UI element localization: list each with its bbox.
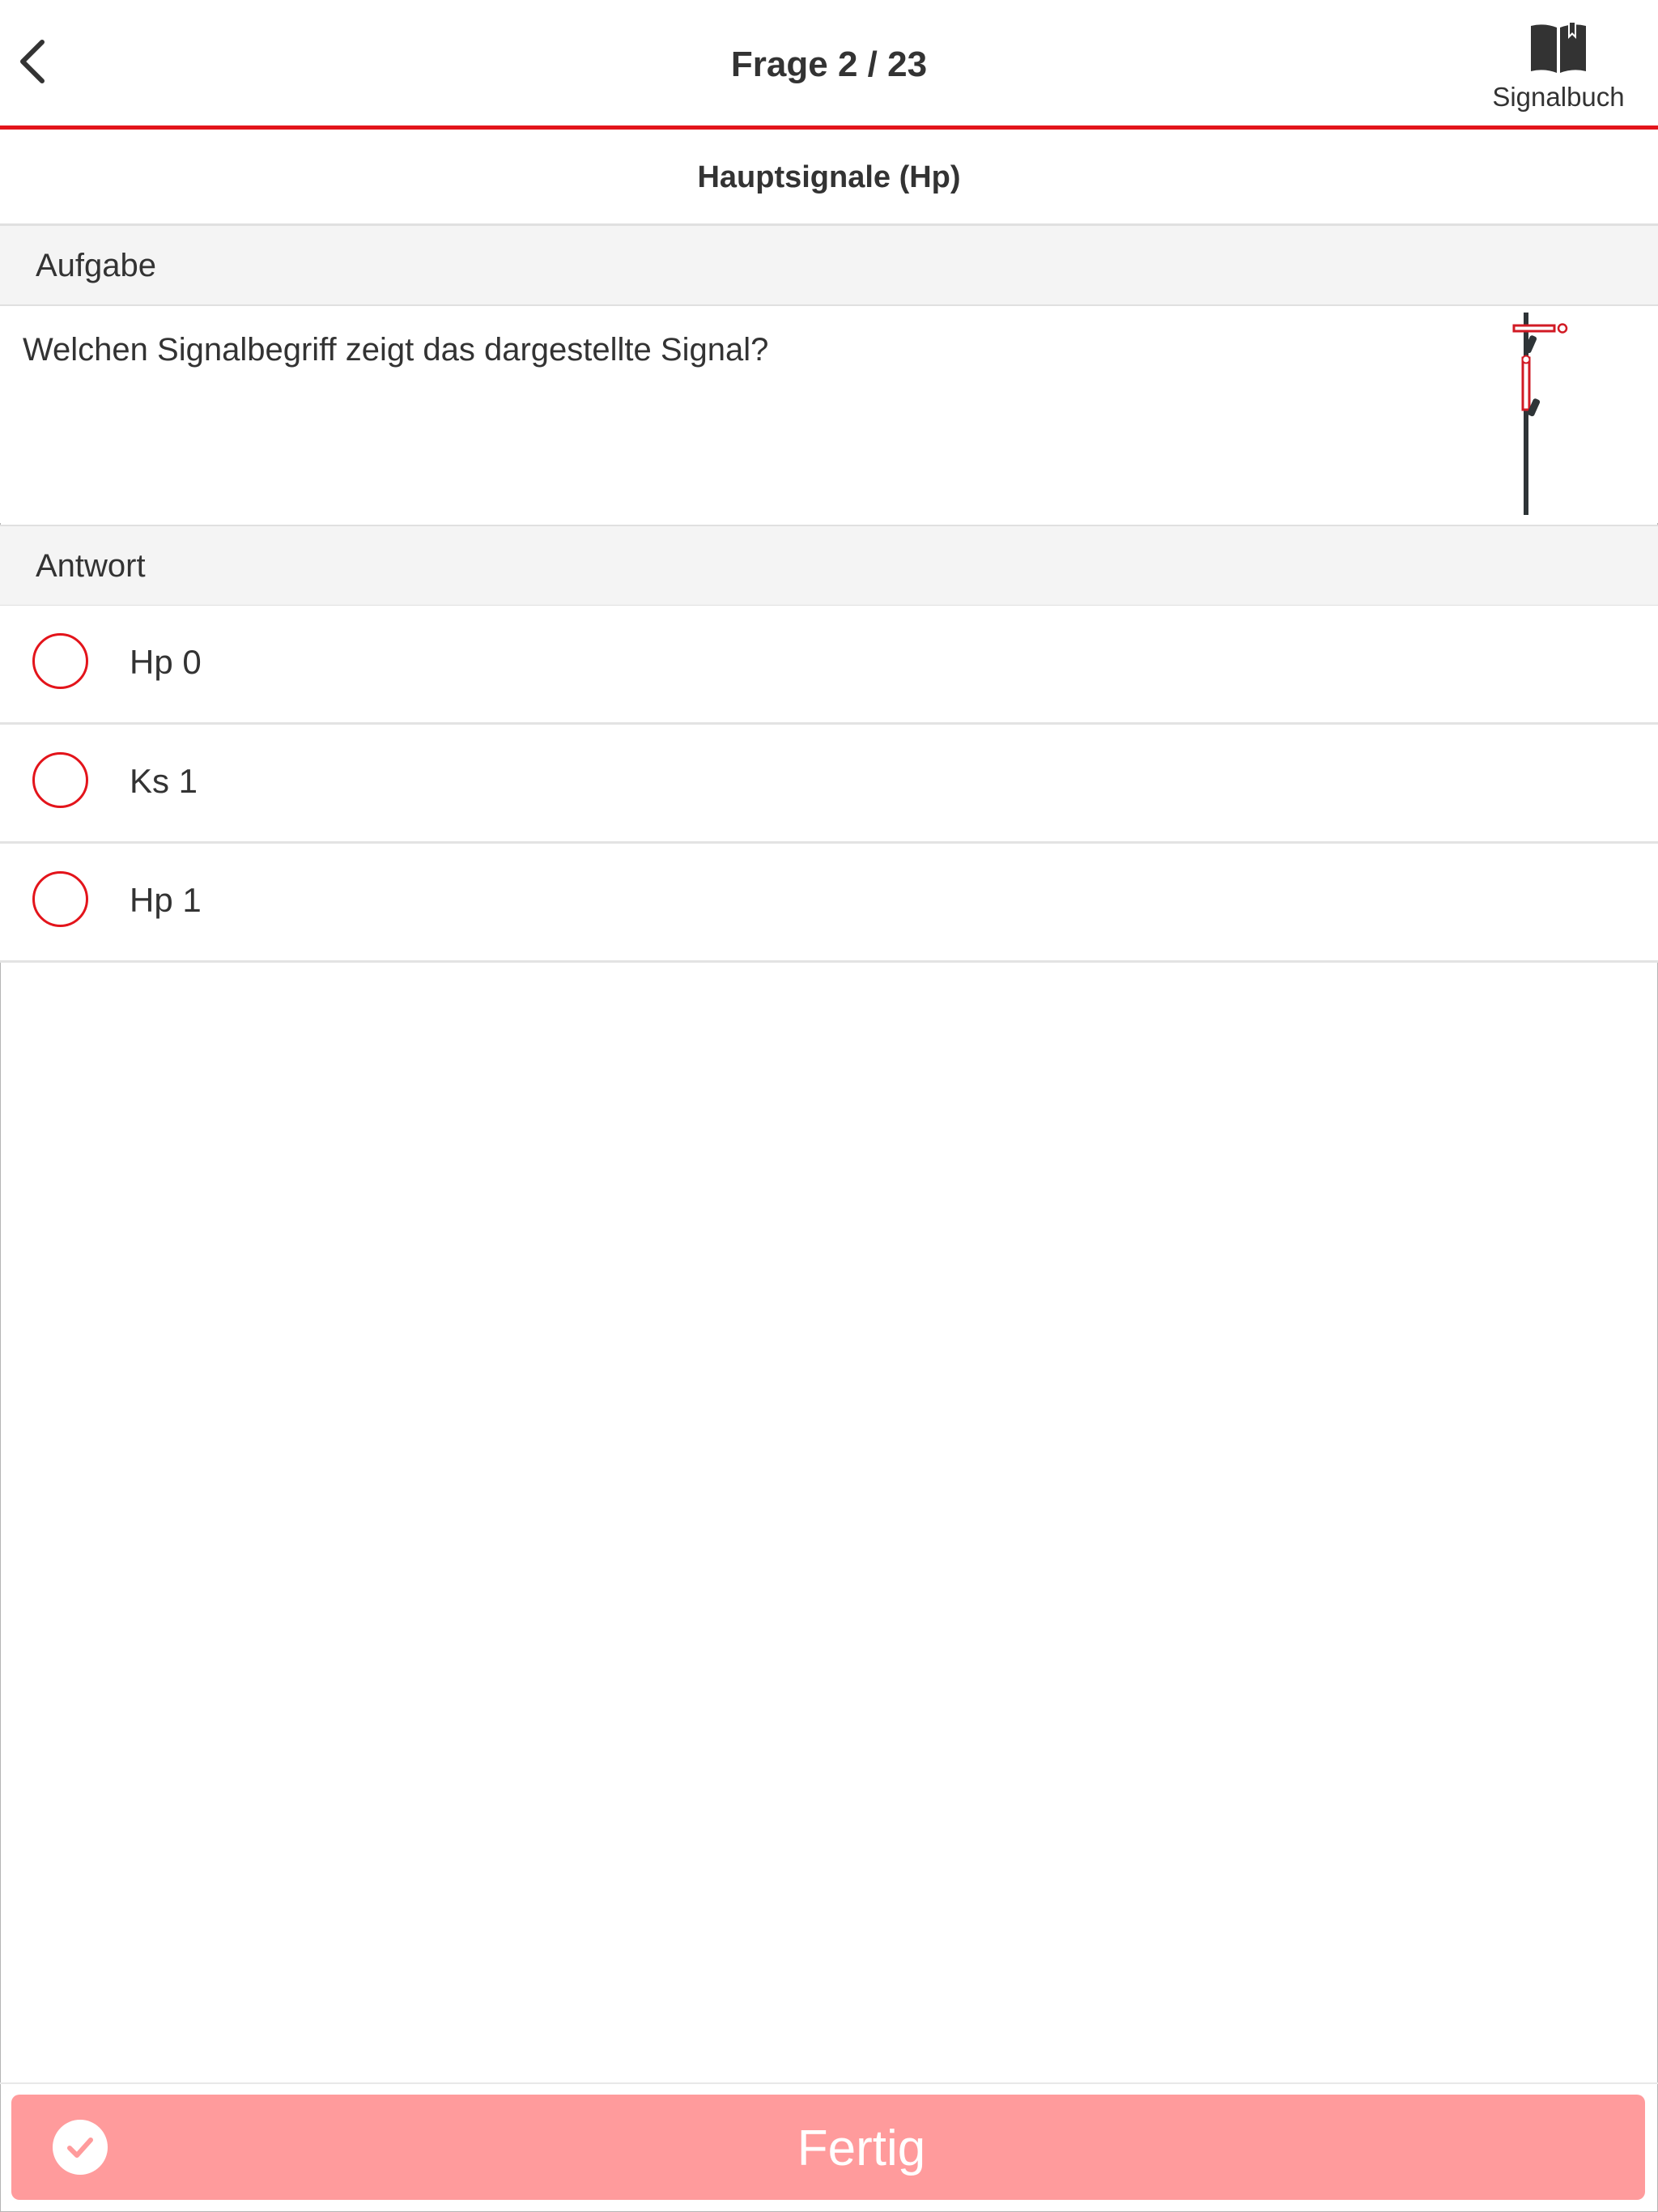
- aufgabe-section-header: Aufgabe: [0, 226, 1658, 306]
- answer-label: Hp 0: [130, 643, 202, 681]
- answer-option-3[interactable]: Hp 1: [0, 844, 1658, 963]
- category-title: Hauptsignale (Hp): [697, 160, 961, 194]
- radio-button[interactable]: [32, 871, 88, 927]
- question-text: Welchen Signalbegriff zeigt das dargeste…: [23, 332, 769, 368]
- signalbuch-button[interactable]: Signalbuch: [1482, 18, 1635, 115]
- antwort-section-header: Antwort: [0, 525, 1658, 606]
- question-area: Welchen Signalbegriff zeigt das dargeste…: [0, 306, 1658, 523]
- answer-label: Hp 1: [130, 881, 202, 919]
- answer-option-2[interactable]: Ks 1: [0, 725, 1658, 844]
- top-navigation-bar: Frage 2 / 23 Signalbuch: [0, 0, 1658, 130]
- radio-button[interactable]: [32, 752, 88, 808]
- signalbuch-label: Signalbuch: [1492, 82, 1625, 112]
- page-title: Frage 2 / 23: [730, 45, 928, 84]
- book-icon: [1531, 23, 1586, 73]
- answer-option-1[interactable]: Hp 0: [0, 606, 1658, 725]
- aufgabe-section-label: Aufgabe: [36, 248, 157, 283]
- footer-divider: [0, 2082, 1658, 2084]
- chevron-left-icon: [20, 40, 45, 83]
- answer-label: Ks 1: [130, 762, 198, 800]
- semaphore-signal-image: [1512, 313, 1568, 515]
- antwort-section-label: Antwort: [36, 548, 146, 584]
- back-button[interactable]: [8, 29, 65, 94]
- radio-button[interactable]: [32, 633, 88, 689]
- done-button[interactable]: Fertig: [11, 2095, 1645, 2200]
- category-bar: Hauptsignale (Hp): [0, 130, 1658, 226]
- done-button-label: Fertig: [797, 2121, 926, 2176]
